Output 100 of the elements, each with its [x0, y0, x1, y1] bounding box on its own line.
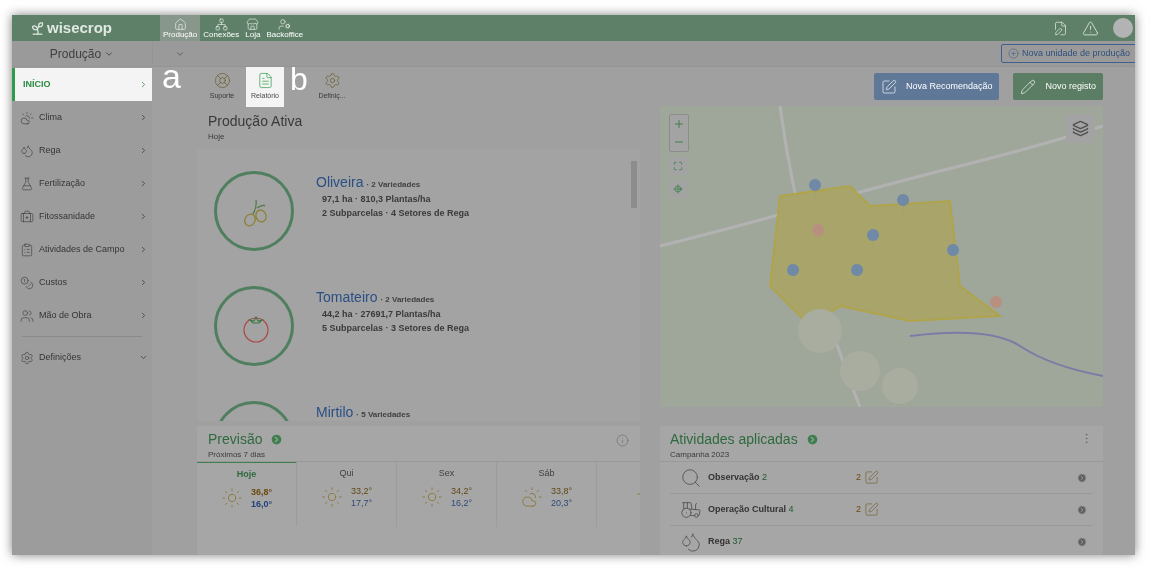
chevron-circle-icon[interactable] — [805, 433, 819, 447]
max-temperature: 33,2° — [350, 484, 373, 497]
sidebar-item[interactable]: Definições — [12, 341, 152, 374]
min-temperature: 20,3° — [550, 496, 573, 509]
nav-tab[interactable]: Conexões — [200, 15, 243, 41]
settings-icon — [20, 350, 34, 365]
crop-area: 97,1 ha · 810,3 Plantas/ha — [316, 193, 470, 207]
chevron-circle-icon[interactable] — [1077, 504, 1087, 515]
min-temperature: 16,0° — [250, 497, 273, 510]
crop-varieties: · 2 Variedades — [366, 179, 421, 191]
annotation-letter: b — [290, 63, 308, 95]
lifebuoy-icon — [213, 72, 231, 90]
activity-name[interactable]: Rega 37 — [708, 534, 856, 549]
chevron-right-icon — [139, 212, 148, 221]
min-temperature: 16,2° — [450, 496, 473, 509]
sidebar-item[interactable]: INÍCIO — [12, 68, 152, 101]
fullscreen-icon[interactable] — [669, 157, 687, 175]
house-icon — [173, 17, 187, 31]
chevron-right-icon — [139, 245, 148, 254]
crop-details: 5 Subparcelas · 3 Setores de Rega — [321, 321, 470, 335]
sidebar-item[interactable]: Custos — [12, 266, 152, 299]
people-icon — [20, 308, 34, 323]
chevron-circle-icon[interactable] — [1077, 536, 1087, 547]
crop-varieties: · 2 Variedades — [380, 294, 435, 306]
activities-subtitle: Campanha 2023 — [670, 448, 731, 461]
sidebar-item[interactable]: Fitossanidade — [12, 200, 152, 233]
chevron-circle-icon[interactable] — [270, 433, 284, 447]
pencil-icon — [1020, 78, 1037, 95]
chevron-circle-icon[interactable] — [1077, 472, 1087, 483]
crop-name[interactable]: Mirtilo — [316, 402, 354, 421]
chevron-right-icon — [139, 278, 148, 287]
sidebar-item[interactable]: Atividades de Campo — [12, 233, 152, 266]
document-icon — [256, 72, 274, 90]
crop-name[interactable]: Oliveira — [316, 172, 364, 193]
sun-icon — [220, 486, 243, 509]
new-recommendation-button[interactable]: Nova Recomendação — [873, 73, 1000, 100]
locate-icon[interactable] — [669, 180, 687, 198]
chevron-right-icon — [139, 113, 148, 122]
sun-icon — [320, 485, 343, 508]
chevron-right-icon — [139, 311, 148, 320]
droplets-icon — [20, 143, 34, 158]
sidebar-item[interactable]: Fertilização — [12, 167, 152, 200]
crop-area: 44,2 ha · 27691,7 Plantas/ha — [316, 308, 470, 322]
logo-icon — [30, 20, 45, 36]
pending-count: 2 — [856, 502, 861, 516]
note-icon[interactable] — [864, 502, 879, 517]
chevron-right-icon — [139, 146, 148, 155]
plus-circle-icon — [1007, 48, 1019, 59]
max-temperature: 36,8° — [250, 485, 273, 498]
crop-varieties: · 5 Variedades — [356, 409, 411, 421]
sidebar-item[interactable]: Clima — [12, 101, 152, 134]
nav-tab[interactable]: Produção — [160, 15, 201, 41]
pending-count: 2 — [856, 470, 861, 484]
nav-tab[interactable]: Backoffice — [263, 15, 307, 41]
max-temperature: 34,2° — [450, 484, 473, 497]
warning-icon[interactable] — [1082, 19, 1099, 37]
crop-details: 2 Subparcelas · 4 Setores de Rega — [321, 206, 470, 220]
edit-icon — [880, 78, 897, 95]
sun-icon — [420, 485, 443, 508]
note-icon[interactable] — [1053, 20, 1068, 36]
new-record-button[interactable]: Novo registo — [1013, 73, 1103, 100]
chevron-right-icon — [139, 80, 148, 89]
min-temperature: 17,7° — [350, 496, 373, 509]
info-icon[interactable] — [616, 434, 629, 447]
network-icon — [214, 17, 228, 31]
avatar[interactable] — [1113, 18, 1133, 38]
note-icon[interactable] — [864, 470, 879, 485]
activities-title: Atividades aplicadas — [670, 431, 798, 449]
layers-icon[interactable] — [1066, 114, 1095, 143]
clipboard-icon — [20, 242, 34, 257]
forecast-day[interactable]: Qui 33,2° 17,7° — [297, 462, 397, 527]
app-logo: wisecrop — [47, 17, 113, 38]
cloud-sun-icon — [520, 485, 543, 508]
section-subtitle: Hoje — [208, 130, 226, 143]
forecast-title: Previsão — [208, 431, 263, 449]
forecast-day[interactable]: Sáb 33,8° 20,3° — [497, 462, 597, 527]
chevron-right-icon — [139, 179, 148, 188]
crop-name[interactable]: Tomateiro — [316, 287, 378, 308]
forecast-subtitle: Próximos 7 dias — [208, 448, 266, 461]
section-title: Produção Ativa — [208, 113, 304, 131]
forecast-day[interactable]: Hoje 36,8° 16,0° — [197, 462, 297, 526]
droplets-icon — [680, 530, 702, 553]
nav-tab[interactable]: Loja — [242, 15, 264, 41]
activity-name[interactable]: Operação Cultural 4 — [708, 502, 856, 517]
settings-icon — [323, 72, 341, 90]
sidebar-item[interactable]: Rega — [12, 134, 152, 167]
store-icon — [246, 17, 260, 31]
person-icon — [278, 17, 292, 31]
medical-kit-icon — [20, 209, 34, 224]
activity-name[interactable]: Observação 2 — [708, 470, 856, 485]
flask-icon — [20, 176, 34, 191]
new-unit-button[interactable]: Nova unidade de produção — [1000, 44, 1135, 63]
search-icon — [680, 466, 702, 489]
max-temperature: 33,8° — [550, 484, 573, 497]
chevron-down-icon — [139, 353, 148, 362]
section-selector[interactable]: Produção — [12, 41, 152, 66]
sidebar-item[interactable]: Mão de Obra — [12, 299, 152, 332]
annotation-letter: a — [162, 59, 181, 93]
coins-icon — [20, 275, 34, 290]
forecast-day[interactable]: Sex 34,2° 16,2° — [397, 462, 497, 527]
